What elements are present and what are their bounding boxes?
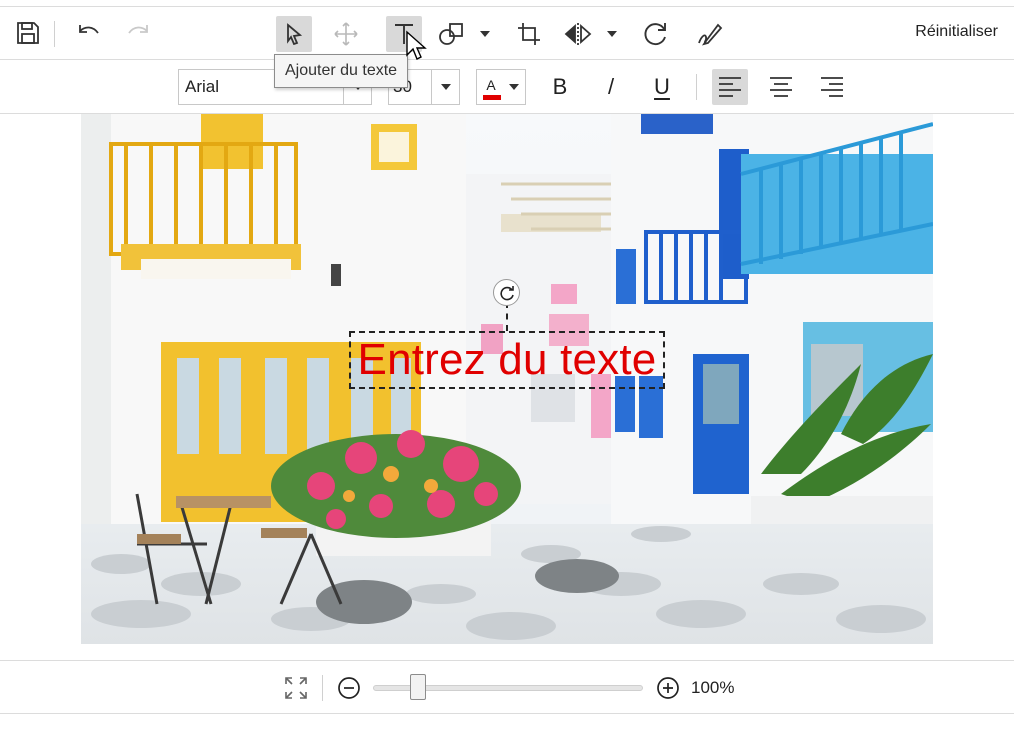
main-toolbar: Réinitialiser [0,6,1014,60]
tooltip: Ajouter du texte [274,54,409,88]
chevron-down-icon [440,84,451,90]
zoom-toolbar: 100% [0,660,1014,714]
zoom-level: 100% [691,678,735,697]
font-color-dropdown[interactable] [503,70,525,104]
text-annotation-box[interactable]: Entrez du texte [349,331,665,389]
reset-button[interactable]: Réinitialiser [915,23,998,41]
fit-to-screen-button[interactable] [278,670,314,706]
pointer-icon [287,23,303,45]
toolbar-divider [54,21,55,47]
save-button[interactable] [10,15,46,51]
select-tool-button[interactable] [276,16,312,52]
align-center-icon [770,77,792,97]
chevron-down-icon [607,31,617,37]
freehand-draw-icon [698,23,723,46]
redo-icon [128,25,148,34]
crop-icon [518,23,540,45]
rotate-connector [506,302,508,331]
zoom-out-icon [338,677,360,699]
zoom-in-icon [657,677,679,699]
save-icon [17,22,39,44]
rotate-tool-button[interactable] [638,16,674,52]
move-icon [334,22,358,46]
toolbar-divider [322,675,323,701]
redo-button[interactable] [121,15,157,51]
font-color-letter: A [486,77,496,93]
bold-button[interactable]: B [542,69,578,105]
rotate-handle[interactable] [493,279,520,306]
toolbar-divider [696,74,697,100]
flip-tool-button[interactable] [560,16,596,52]
expand-icon [285,677,307,699]
font-size-dropdown[interactable] [431,70,459,104]
rotate-icon [499,285,514,300]
chevron-down-icon [480,31,490,37]
italic-button[interactable]: / [593,69,629,105]
text-toolbar: Arial 30 A B / U [0,60,1014,114]
draw-tool-button[interactable] [692,16,728,52]
font-color-button[interactable]: A [476,69,526,105]
font-color-swatch [483,95,501,100]
mouse-cursor-icon [406,30,427,60]
underline-button[interactable]: U [644,69,680,105]
font-family-value: Arial [185,77,220,96]
shape-tool-button[interactable] [434,16,470,52]
zoom-slider[interactable] [373,674,643,700]
align-left-icon [719,77,741,97]
pan-tool-button[interactable] [328,16,364,52]
zoom-out-button[interactable] [331,670,367,706]
flip-dropdown[interactable] [601,16,623,52]
zoom-slider-thumb[interactable] [410,674,426,700]
shapes-icon [439,23,463,45]
zoom-in-button[interactable] [650,670,686,706]
text-annotation[interactable]: Entrez du texte [358,336,657,384]
undo-button[interactable] [70,15,106,51]
crop-tool-button[interactable] [511,16,547,52]
align-left-button[interactable] [712,69,748,105]
align-right-button[interactable] [814,69,850,105]
chevron-down-icon [509,84,519,90]
undo-icon [79,25,99,34]
align-center-button[interactable] [763,69,799,105]
flip-icon [564,23,592,45]
rotate-icon [644,23,666,46]
align-right-icon [821,77,843,97]
shape-dropdown[interactable] [474,16,496,52]
